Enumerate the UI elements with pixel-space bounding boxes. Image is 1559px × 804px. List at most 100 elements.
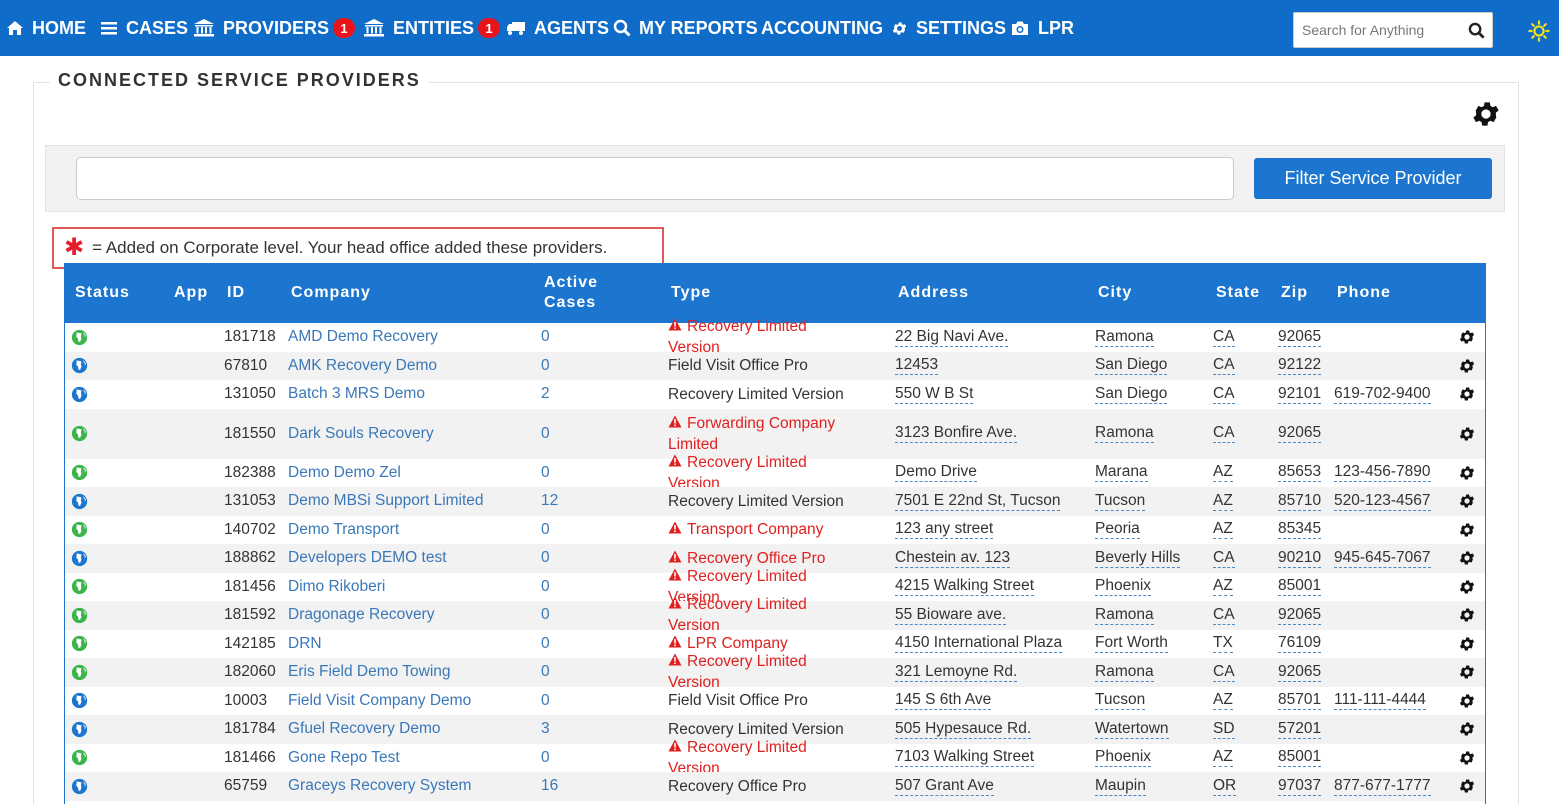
city-text[interactable]: Tucson (1095, 691, 1146, 711)
table-row[interactable]: 182388 Demo Demo Zel 0 Recovery Limited Ver… (65, 454, 1485, 492)
city-text[interactable]: Ramona (1095, 606, 1154, 625)
active-cases-link[interactable]: 3 (541, 715, 550, 744)
header-state[interactable]: State (1216, 263, 1260, 323)
zip-editable[interactable]: 97037 (1278, 772, 1322, 801)
address-text[interactable]: 123 any street (895, 520, 994, 540)
table-row[interactable]: 140702 Demo Transport 0 Transport Company 12… (65, 516, 1485, 545)
state-text[interactable]: AZ (1213, 748, 1233, 768)
row-settings[interactable] (1458, 573, 1476, 602)
phone-text[interactable]: 111-111-4444 (1334, 691, 1426, 711)
address-text[interactable]: Demo Drive (895, 463, 977, 483)
active-cases-link[interactable]: 0 (541, 601, 550, 630)
company-link[interactable]: DRN (288, 630, 322, 659)
zip-text[interactable]: 76109 (1278, 634, 1322, 654)
city-editable[interactable]: Ramona (1095, 658, 1154, 687)
zip-text[interactable]: 92101 (1278, 385, 1322, 404)
table-row[interactable]: 131050 Batch 3 MRS Demo 2 Recovery Limited … (65, 380, 1485, 409)
panel-settings-gear-icon[interactable] (1470, 98, 1502, 130)
search-button[interactable] (1460, 13, 1492, 47)
zip-editable[interactable]: 85001 (1278, 744, 1322, 773)
row-settings[interactable] (1458, 459, 1476, 488)
zip-text[interactable]: 85345 (1278, 520, 1322, 540)
header-status[interactable]: Status (75, 263, 130, 323)
address-editable[interactable]: 321 Lemoyne Rd. (895, 658, 1018, 687)
row-gear-icon[interactable] (1458, 385, 1476, 403)
state-text[interactable]: CA (1213, 328, 1235, 347)
row-settings[interactable] (1458, 487, 1476, 516)
city-text[interactable]: Maupin (1095, 777, 1146, 796)
city-text[interactable]: Beverly Hills (1095, 549, 1181, 568)
address-text[interactable]: 507 Grant Ave (895, 777, 994, 796)
state-text[interactable]: CA (1213, 663, 1235, 682)
active-cases-link[interactable]: 0 (541, 744, 550, 773)
state-editable[interactable]: CA (1213, 380, 1235, 409)
city-editable[interactable]: Ramona (1095, 601, 1154, 630)
state-text[interactable]: OR (1213, 777, 1237, 796)
company-link[interactable]: Gfuel Recovery Demo (288, 715, 440, 744)
city-text[interactable]: Ramona (1095, 663, 1154, 682)
state-editable[interactable]: CA (1213, 323, 1235, 352)
active-cases-link[interactable]: 0 (541, 459, 550, 488)
active-cases-link[interactable]: 0 (541, 323, 550, 352)
row-gear-icon[interactable] (1458, 357, 1476, 375)
nav-home[interactable]: HOME (6, 0, 86, 56)
active-cases-link[interactable]: 0 (541, 630, 550, 659)
active-cases-link[interactable]: 0 (541, 544, 550, 573)
city-editable[interactable]: Peoria (1095, 516, 1140, 545)
state-editable[interactable]: TX (1213, 630, 1233, 659)
active-cases-link[interactable]: 0 (541, 516, 550, 545)
state-text[interactable]: CA (1213, 356, 1235, 376)
company-link[interactable]: Eris Field Demo Towing (288, 658, 451, 687)
nav-cases[interactable]: CASES (100, 0, 188, 56)
city-editable[interactable]: San Diego (1095, 380, 1168, 409)
city-text[interactable]: Tucson (1095, 492, 1146, 511)
row-settings[interactable] (1458, 687, 1476, 716)
table-row[interactable]: 131053 Demo MBSi Support Limited 12 Recover… (65, 487, 1485, 516)
header-app[interactable]: App (174, 263, 208, 323)
address-editable[interactable]: 7103 Walking Street (895, 744, 1035, 773)
zip-text[interactable]: 90210 (1278, 549, 1322, 568)
address-editable[interactable]: 145 S 6th Ave (895, 687, 992, 716)
city-text[interactable]: Ramona (1095, 424, 1154, 443)
state-editable[interactable]: OR (1213, 772, 1237, 801)
state-text[interactable]: AZ (1213, 577, 1233, 597)
row-gear-icon[interactable] (1458, 749, 1476, 767)
state-editable[interactable]: CA (1213, 352, 1235, 381)
company-link[interactable]: AMK Recovery Demo (288, 352, 437, 381)
zip-text[interactable]: 85001 (1278, 748, 1322, 768)
state-editable[interactable]: CA (1213, 544, 1235, 573)
search-input[interactable] (1294, 13, 1460, 47)
table-row[interactable]: 181466 Gone Repo Test 0 Recovery Limited Ve… (65, 739, 1485, 777)
address-text[interactable]: 145 S 6th Ave (895, 691, 992, 711)
zip-text[interactable]: 92065 (1278, 424, 1322, 443)
active-cases-link[interactable]: 16 (541, 772, 558, 801)
company-link[interactable]: Dimo Rikoberi (288, 573, 385, 602)
company-link[interactable]: Demo MBSi Support Limited (288, 487, 484, 516)
phone-text[interactable]: 123-456-7890 (1334, 463, 1431, 483)
city-editable[interactable]: San Diego (1095, 352, 1168, 381)
table-row[interactable]: 181718 AMD Demo Recovery 0 Recovery Limited… (65, 318, 1485, 356)
phone-editable[interactable]: 520-123-4567 (1334, 487, 1431, 516)
address-editable[interactable]: 22 Big Navi Ave. (895, 323, 1009, 352)
zip-text[interactable]: 85701 (1278, 691, 1322, 711)
state-text[interactable]: SD (1213, 720, 1235, 739)
nav-settings[interactable]: SETTINGS (891, 0, 1006, 56)
phone-editable[interactable]: 619-702-9400 (1334, 380, 1431, 409)
row-settings[interactable] (1458, 380, 1476, 409)
state-editable[interactable]: AZ (1213, 687, 1233, 716)
state-text[interactable]: CA (1213, 424, 1235, 443)
state-text[interactable]: CA (1213, 606, 1235, 625)
header-id[interactable]: ID (227, 263, 245, 323)
row-settings[interactable] (1458, 544, 1476, 573)
filter-service-provider-button[interactable]: Filter Service Provider (1254, 158, 1492, 199)
zip-editable[interactable]: 92065 (1278, 409, 1322, 459)
address-text[interactable]: 321 Lemoyne Rd. (895, 663, 1018, 682)
row-gear-icon[interactable] (1458, 635, 1476, 653)
city-editable[interactable]: Watertown (1095, 715, 1169, 744)
zip-text[interactable]: 57201 (1278, 720, 1322, 739)
state-text[interactable]: CA (1213, 385, 1235, 404)
active-cases-link[interactable]: 0 (541, 352, 550, 381)
company-link[interactable]: Developers DEMO test (288, 544, 447, 573)
city-editable[interactable]: Tucson (1095, 487, 1146, 516)
row-settings[interactable] (1458, 601, 1476, 630)
